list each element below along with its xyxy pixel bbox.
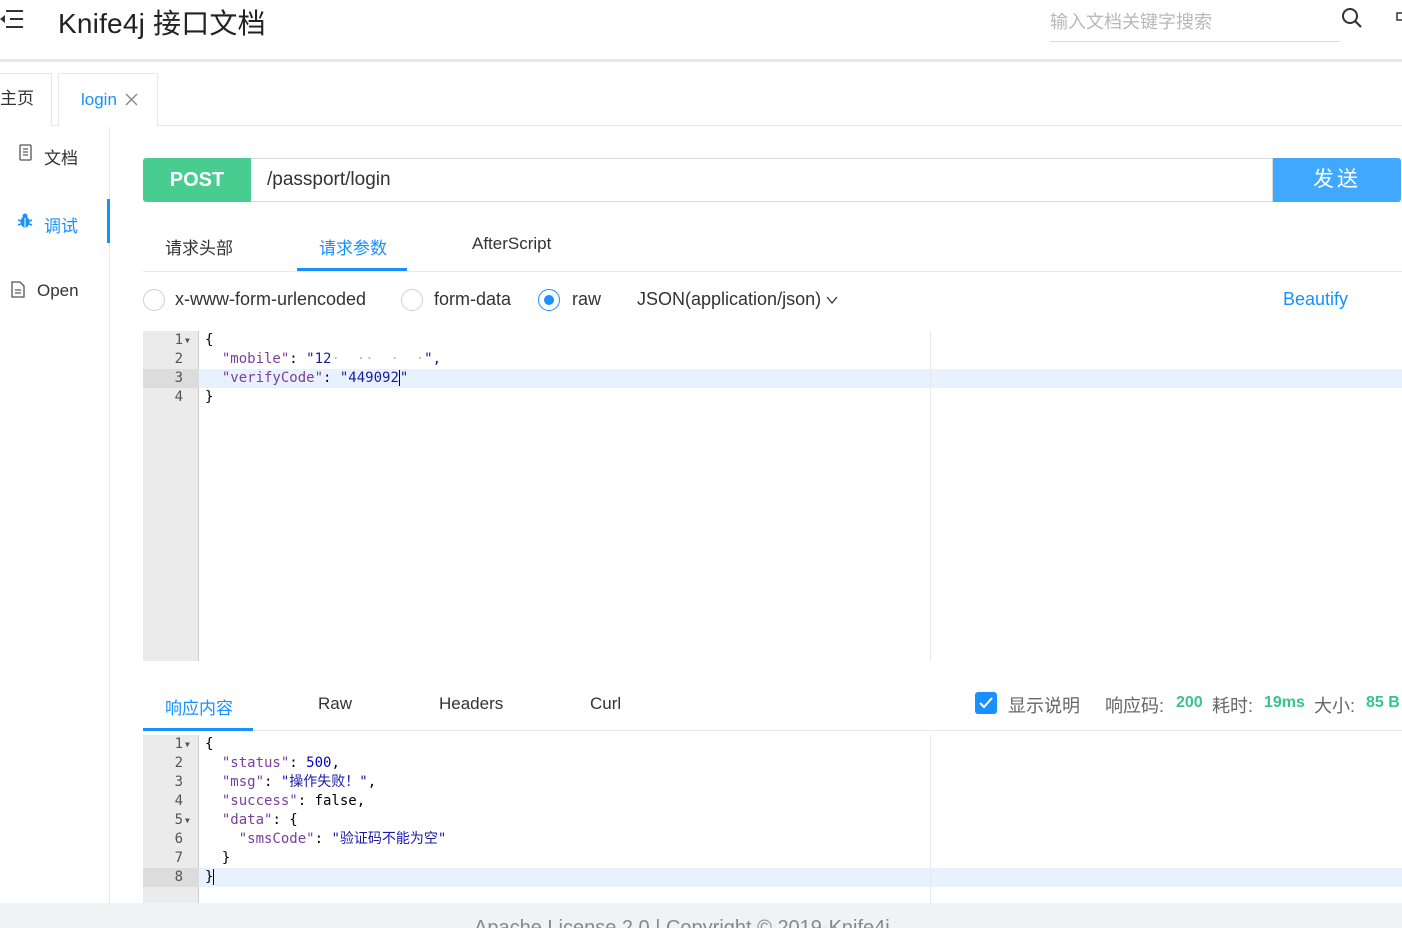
code-line: "mobile": "12· ·· · ·", [221, 351, 442, 367]
code-line: { [205, 332, 214, 348]
line-number: 3 [174, 370, 183, 386]
send-button[interactable]: 发送 [1273, 158, 1401, 202]
code-line: "smsCode": "验证码不能为空" [238, 831, 447, 847]
line-number: 2 [174, 755, 183, 771]
tab-login[interactable]: login [58, 73, 158, 127]
sidebar-item-label: 文档 [44, 149, 78, 168]
content-type-dropdown[interactable]: JSON(application/json) [637, 289, 838, 310]
method-badge: POST [143, 158, 251, 202]
file-icon [10, 281, 26, 299]
url-input[interactable] [251, 158, 1273, 202]
code-line: } [205, 869, 215, 885]
fold-icon[interactable]: ▼ [185, 811, 193, 830]
size-label: 大小: [1314, 696, 1356, 716]
app-title: Knife4j 接口文档 [58, 8, 266, 39]
tab-home[interactable]: 主页 [0, 73, 52, 126]
print-margin [930, 331, 931, 661]
active-tab-indicator [143, 728, 253, 731]
tab-home-label: 主页 [0, 89, 34, 108]
elapsed-value: 19ms [1264, 694, 1305, 711]
close-icon[interactable] [125, 93, 138, 106]
menu-fold-icon[interactable] [0, 8, 26, 30]
beautify-button[interactable]: Beautify [1283, 289, 1348, 310]
footer: Apache License 2.0 | Copyright © 2019-Kn… [0, 903, 1402, 928]
line-number: 4 [174, 793, 183, 809]
show-description-label: 显示说明 [1008, 696, 1080, 716]
tab-response-headers[interactable]: Headers [439, 694, 503, 714]
radio-raw-label: raw [572, 289, 602, 309]
radio-urlencoded[interactable] [143, 289, 165, 311]
request-tabs: 请求头部 请求参数 AfterScript [143, 222, 1402, 272]
line-number: 2 [174, 351, 183, 367]
line-number: 5 [174, 812, 183, 828]
request-body-editor[interactable]: 1 ▼ 2 3 4 { "mobile": "12· ·· · ·", "ver… [143, 331, 1402, 661]
line-number: 1 [174, 736, 183, 752]
show-description-checkbox[interactable] [975, 692, 997, 714]
code-line: "verifyCode": "449092" [221, 370, 409, 386]
sidebar-item-label: 调试 [44, 217, 78, 236]
sidebar-item-label: Open [37, 281, 79, 300]
body-type-selector: x-www-form-urlencoded form-data raw JSON… [143, 288, 1402, 314]
code-line: "success": false, [221, 793, 366, 809]
content-type-value: JSON(application/json) [637, 289, 822, 309]
tab-response-curl[interactable]: Curl [590, 694, 621, 714]
document-icon [18, 144, 34, 162]
sidebar-item-doc[interactable]: 文档 [0, 131, 110, 175]
line-number: 7 [174, 850, 183, 866]
response-body-editor[interactable]: 1 ▼ 2 3 4 5 ▼ 6 7 8 { "status": 500, "ms… [143, 735, 1402, 903]
radio-urlencoded-label: x-www-form-urlencoded [175, 289, 367, 309]
search-input[interactable] [1050, 4, 1340, 41]
bug-icon [16, 212, 33, 230]
check-icon [979, 697, 993, 709]
sidebar-item-open[interactable]: Open [0, 268, 110, 312]
fold-icon[interactable]: ▼ [185, 735, 193, 754]
tab-response-raw[interactable]: Raw [318, 694, 352, 714]
tab-login-label: login [81, 90, 117, 109]
tab-request-params[interactable]: 请求参数 [319, 234, 387, 259]
line-number: 3 [174, 774, 183, 790]
line-number: 1 [174, 332, 183, 348]
status-code-value: 200 [1176, 694, 1203, 711]
response-tabs: 响应内容 Raw Headers Curl 显示说明 响应码: 200 耗时: … [143, 684, 1402, 731]
code-line: { [205, 736, 214, 752]
radio-form-data[interactable] [401, 289, 423, 311]
active-tab-indicator [297, 268, 407, 271]
code-line: "status": 500, [221, 755, 340, 771]
status-code-label: 响应码: [1105, 696, 1165, 716]
code-line: } [205, 389, 214, 405]
footer-copyright: Apache License 2.0 | Copyright © 2019-Kn… [474, 917, 890, 928]
line-number: 8 [174, 869, 183, 885]
code-line: "msg": "操作失败！", [221, 774, 377, 790]
fullscreen-icon[interactable] [1395, 10, 1402, 24]
print-margin [930, 735, 931, 903]
search-icon[interactable] [1340, 6, 1364, 30]
active-line [199, 868, 1402, 887]
line-number: 4 [174, 389, 183, 405]
size-value: 85 B [1366, 694, 1400, 711]
sidebar-item-debug[interactable]: 调试 [0, 199, 110, 243]
fold-icon[interactable]: ▼ [185, 331, 193, 350]
header: Knife4j 接口文档 [0, 0, 1402, 62]
radio-form-data-label: form-data [434, 289, 512, 309]
tab-afterscript[interactable]: AfterScript [472, 234, 551, 254]
chevron-down-icon [826, 296, 838, 305]
tab-response-content[interactable]: 响应内容 [165, 694, 233, 719]
line-number: 6 [174, 831, 183, 847]
page-tabs: 主页 login [0, 65, 1402, 127]
sidebar: 文档 调试 Open [0, 127, 110, 903]
code-line: "data": { [221, 812, 298, 828]
elapsed-label: 耗时: [1212, 696, 1254, 716]
tab-request-headers[interactable]: 请求头部 [165, 234, 233, 259]
radio-raw[interactable] [538, 289, 560, 311]
code-line: } [221, 850, 231, 866]
search-box [1050, 4, 1340, 42]
